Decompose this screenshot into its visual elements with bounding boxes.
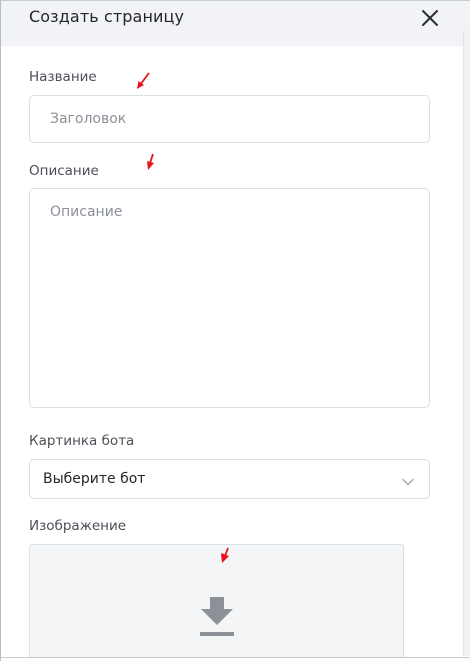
bot-select[interactable]: Выберите бот	[29, 459, 430, 499]
red-arrow-icon	[134, 71, 154, 91]
red-arrow-icon	[143, 153, 163, 173]
image-label: Изображение	[29, 518, 127, 534]
dialog-header: Создать страницу	[1, 1, 470, 46]
window-bottom-edge	[1, 657, 470, 661]
chevron-down-icon	[401, 473, 415, 486]
bot-select-value: Выберите бот	[43, 471, 146, 487]
close-icon[interactable]	[420, 8, 440, 28]
dialog-title: Создать страницу	[29, 7, 185, 26]
red-arrow-icon	[218, 547, 238, 567]
name-input[interactable]	[29, 95, 430, 143]
scrollbar[interactable]	[463, 31, 470, 656]
description-textarea[interactable]	[29, 188, 430, 408]
description-label: Описание	[29, 163, 99, 179]
download-icon	[198, 597, 236, 641]
create-page-dialog: Создать страницу Название Описание Карти…	[0, 0, 470, 661]
image-upload-dropzone[interactable]	[29, 544, 404, 661]
bot-picture-label: Картинка бота	[29, 433, 135, 449]
name-label: Название	[29, 69, 97, 85]
